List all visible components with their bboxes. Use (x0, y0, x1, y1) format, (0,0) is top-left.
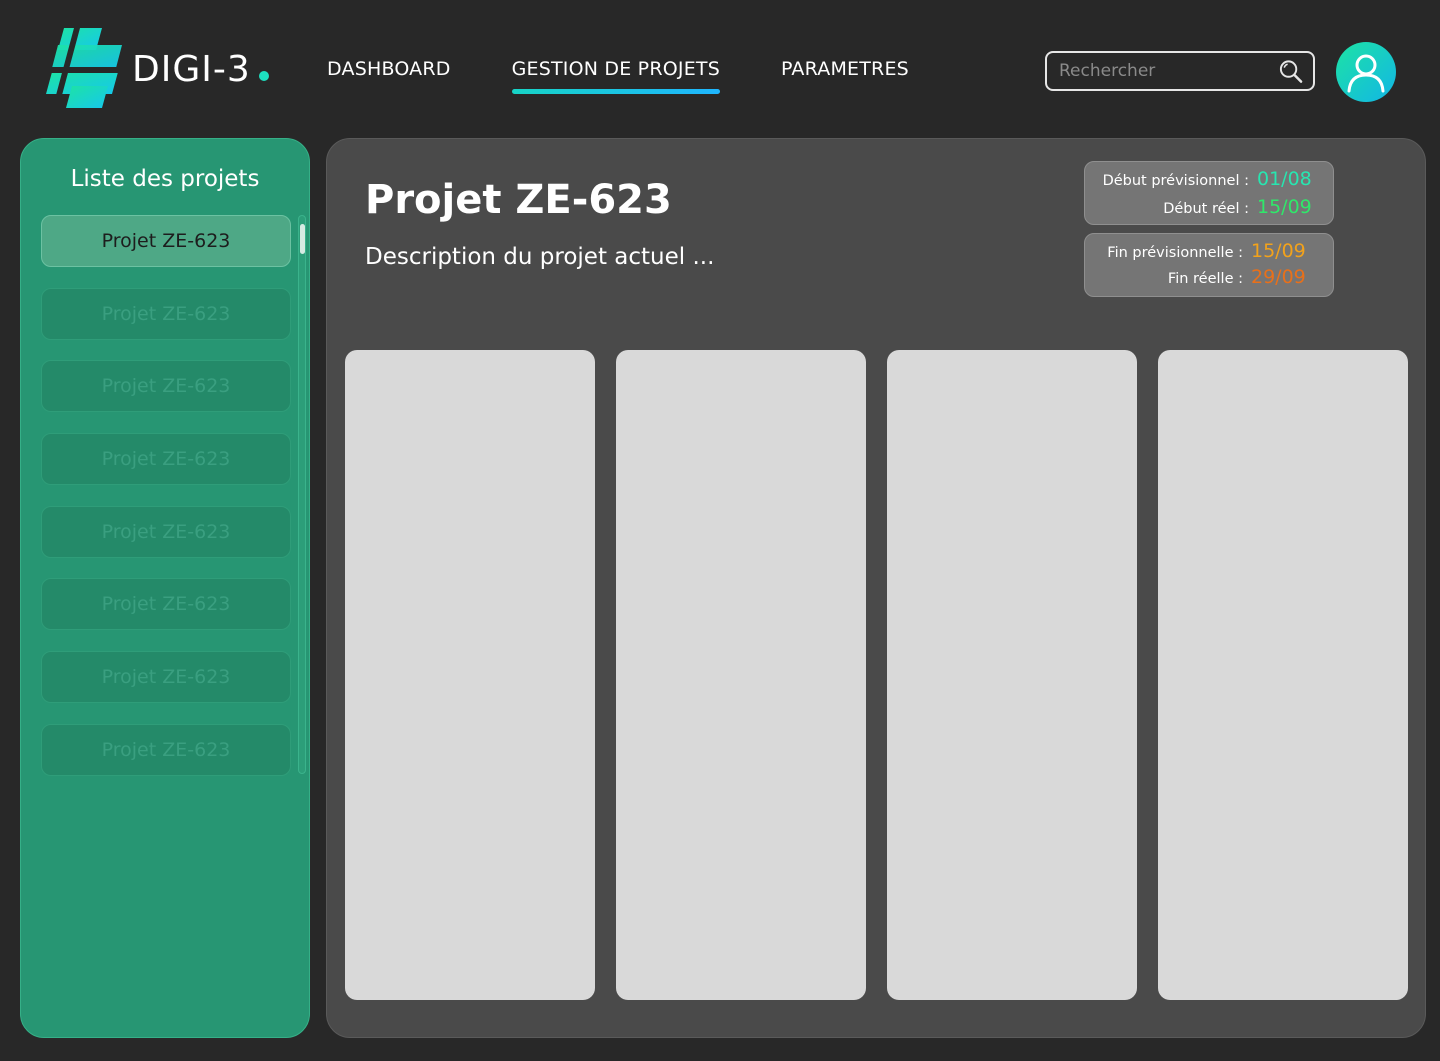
nav-gestion-de-projets[interactable]: GESTION DE PROJETS (511, 58, 721, 94)
project-detail-panel: Projet ZE-623 Description du projet actu… (326, 138, 1426, 1038)
start-planned-row: Début prévisionnel : 01/08 (1099, 168, 1317, 196)
sidebar-title: Liste des projets (70, 166, 260, 192)
user-avatar-button[interactable] (1336, 42, 1396, 102)
end-planned-label: Fin prévisionnelle : (1107, 245, 1243, 261)
kanban-columns (345, 350, 1408, 1000)
app-root: DIGI-3 DASHBOARD GESTION DE PROJETS PARA… (0, 0, 1440, 1061)
end-actual-row: Fin réelle : 29/09 (1099, 266, 1317, 292)
scrollbar-thumb[interactable] (300, 224, 305, 254)
end-actual-value: 29/09 (1251, 266, 1306, 288)
kanban-column[interactable] (1158, 350, 1408, 1000)
project-list-item-active[interactable]: Projet ZE-623 (41, 215, 291, 267)
project-list-item[interactable]: Projet ZE-623 (41, 505, 291, 558)
search-input[interactable] (1059, 61, 1278, 81)
nav-parametres[interactable]: PARAMETRES (781, 58, 909, 94)
project-list-item[interactable]: Projet ZE-623 (41, 360, 291, 413)
project-list-item[interactable]: Projet ZE-623 (41, 287, 291, 340)
projects-sidebar: Liste des projets Projet ZE-623 Projet Z… (20, 138, 310, 1038)
nav-dashboard[interactable]: DASHBOARD (327, 58, 451, 94)
project-list-item[interactable]: Projet ZE-623 (41, 433, 291, 486)
start-actual-label: Début réel : (1163, 201, 1249, 217)
start-dates-box: Début prévisionnel : 01/08 Début réel : … (1084, 161, 1334, 225)
end-actual-label: Fin réelle : (1167, 271, 1243, 287)
end-planned-value: 15/09 (1251, 240, 1306, 262)
logo-mark-icon (46, 28, 124, 110)
brand-name: DIGI-3 (132, 49, 269, 90)
kanban-column[interactable] (345, 350, 595, 1000)
project-list-scrollbar[interactable] (298, 215, 306, 774)
kanban-column[interactable] (616, 350, 866, 1000)
kanban-column[interactable] (887, 350, 1137, 1000)
search-box (1045, 51, 1315, 91)
start-planned-label: Début prévisionnel : (1102, 173, 1249, 189)
search-icon[interactable] (1278, 58, 1303, 84)
end-planned-row: Fin prévisionnelle : 15/09 (1099, 240, 1317, 266)
project-description: Description du projet actuel ... (365, 244, 715, 270)
start-actual-value: 15/09 (1257, 196, 1312, 218)
main-nav: DASHBOARD GESTION DE PROJETS PARAMETRES (327, 58, 970, 94)
project-list-item[interactable]: Projet ZE-623 (41, 578, 291, 631)
project-list-item[interactable]: Projet ZE-623 (41, 723, 291, 776)
brand-logo[interactable]: DIGI-3 (46, 28, 269, 110)
start-actual-row: Début réel : 15/09 (1099, 196, 1317, 224)
project-list: Projet ZE-623 Projet ZE-623 Projet ZE-62… (41, 215, 291, 797)
brand-dot (258, 70, 269, 81)
start-planned-value: 01/08 (1257, 168, 1312, 190)
project-list-item[interactable]: Projet ZE-623 (41, 651, 291, 704)
project-title: Projet ZE-623 (365, 177, 672, 223)
end-dates-box: Fin prévisionnelle : 15/09 Fin réelle : … (1084, 233, 1334, 297)
user-icon (1347, 54, 1385, 93)
